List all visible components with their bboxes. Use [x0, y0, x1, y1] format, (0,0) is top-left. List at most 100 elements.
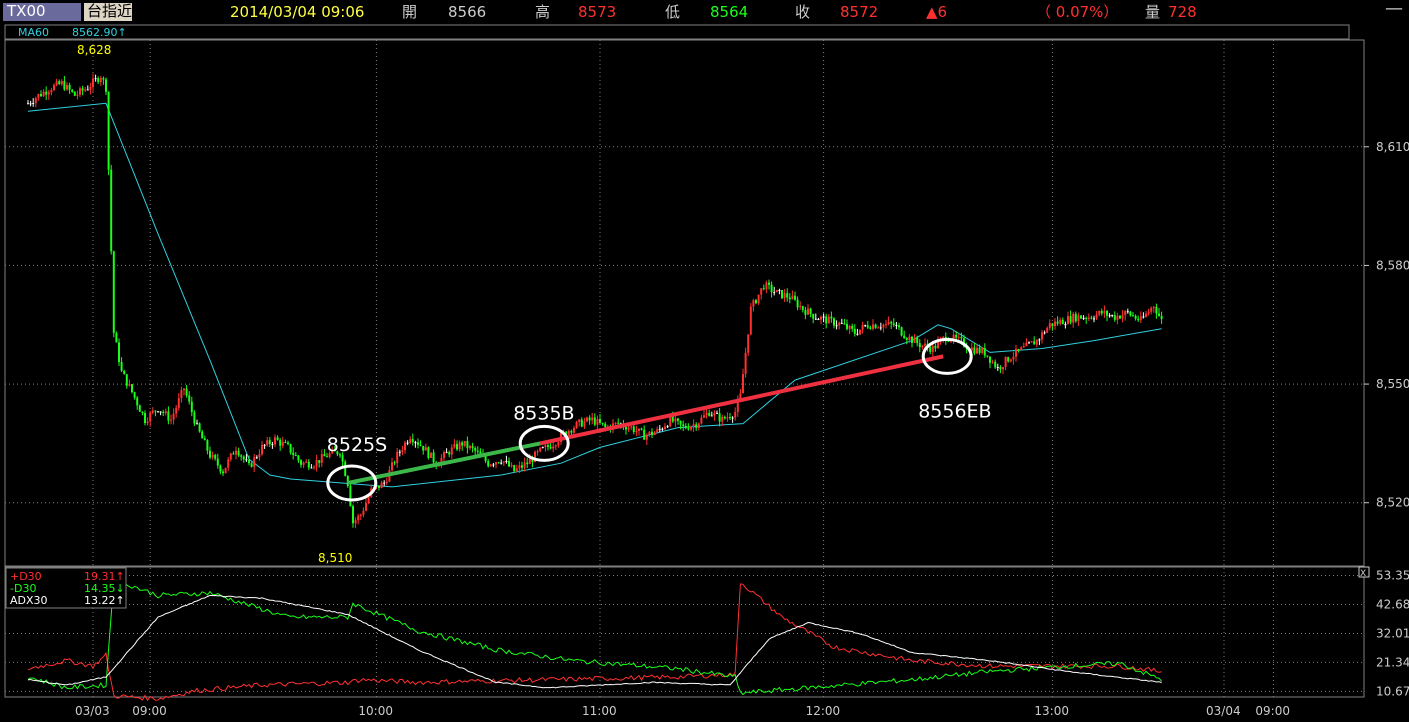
candle-body	[315, 460, 318, 467]
candle-body	[723, 416, 726, 419]
candle-body	[365, 503, 367, 511]
candle-body	[157, 411, 159, 413]
trade-marker-circle	[921, 337, 973, 375]
candle-body	[266, 440, 269, 446]
candle-body	[947, 340, 950, 342]
candle-body	[625, 427, 627, 430]
candle-body	[141, 411, 144, 414]
candle-body	[515, 468, 518, 472]
candle-body	[575, 421, 578, 429]
candle-body	[692, 424, 695, 427]
candle-body	[185, 388, 188, 396]
candle-body	[749, 306, 752, 335]
candle-body	[807, 308, 809, 315]
candle-body	[487, 461, 490, 467]
candle-body	[635, 431, 638, 433]
candle-body	[123, 370, 126, 375]
trade-label: 8535B	[513, 402, 574, 424]
x-tick-label: 03/03	[75, 704, 110, 718]
candle-body	[716, 412, 718, 414]
candle-body	[976, 347, 978, 354]
candle-body	[149, 412, 152, 422]
candle-body	[118, 342, 120, 363]
candle-body	[424, 447, 427, 451]
candle-body	[931, 345, 934, 352]
candle-body	[1145, 313, 1147, 317]
candle-body	[253, 457, 256, 467]
candle-body	[1119, 315, 1121, 319]
candle-body	[362, 510, 365, 515]
candle-body	[1098, 311, 1101, 315]
ma-info-bar	[4, 24, 1350, 40]
candle-body	[1015, 348, 1017, 357]
candle-body	[794, 295, 796, 300]
candle-body	[94, 78, 97, 80]
ind-y-tick-label: 10.67	[1376, 684, 1409, 698]
candle-body	[955, 334, 958, 338]
candle-body	[645, 434, 648, 440]
candle-body	[1087, 317, 1090, 319]
candle-body	[853, 328, 856, 334]
candle-body	[409, 439, 412, 443]
candle-body	[765, 282, 768, 290]
candle-body	[1093, 318, 1095, 320]
candle-body	[37, 93, 40, 99]
candle-body	[417, 442, 419, 445]
candle-body	[586, 417, 588, 422]
candle-body	[250, 463, 253, 467]
candle-body	[89, 87, 92, 90]
candle-body	[1074, 313, 1077, 322]
axis-labels: 03/03 09:00 10:00 11:00 12:00 13:00 03/04 09:00…	[75, 140, 1409, 718]
candle-body	[505, 461, 508, 463]
candle-body	[1041, 332, 1043, 340]
y-tick-label: 8,580	[1376, 258, 1409, 272]
candle-body	[240, 455, 243, 457]
candle-body	[887, 321, 890, 324]
candle-body	[778, 290, 781, 292]
candle-body	[92, 78, 94, 88]
candle-body	[183, 388, 185, 391]
ind-y-tick-label: 53.35	[1376, 569, 1409, 583]
candle-body	[703, 415, 705, 418]
candle-body	[352, 506, 354, 524]
candle-body	[224, 467, 227, 474]
candle-body	[263, 444, 266, 446]
candle-body	[318, 460, 321, 463]
candle-body	[170, 419, 172, 421]
candle-body	[697, 423, 700, 428]
candle-body	[144, 413, 146, 424]
candle-body	[973, 347, 976, 354]
candle-body	[799, 306, 802, 308]
candle-body	[843, 323, 846, 325]
candle-body	[840, 322, 843, 324]
candle-body	[541, 447, 544, 449]
candle-body	[627, 427, 630, 430]
candle-body	[827, 316, 830, 324]
close-icon[interactable]: X	[1360, 569, 1366, 579]
candle-body	[341, 455, 344, 462]
x-tick-label: 13:00	[1034, 704, 1069, 718]
candle-body	[1095, 314, 1098, 319]
candle-body	[578, 419, 581, 422]
candle-body	[68, 84, 71, 90]
candle-body	[1064, 324, 1067, 326]
candle-body	[981, 348, 984, 353]
candle-body	[354, 520, 357, 524]
candle-body	[1142, 316, 1145, 318]
candle-body	[1004, 357, 1007, 368]
candle-body	[1111, 315, 1114, 317]
y-tick-label: 8,550	[1376, 377, 1409, 391]
candle-body	[549, 446, 552, 449]
candle-body	[40, 93, 42, 97]
candle-body	[879, 327, 882, 329]
candle-body	[206, 440, 209, 451]
candle-body	[66, 84, 68, 90]
candle-body	[885, 323, 887, 325]
candle-body	[846, 323, 848, 329]
candle-body	[245, 459, 248, 461]
candle-body	[450, 447, 453, 455]
candle-body	[302, 462, 305, 465]
candle-body	[690, 426, 692, 430]
candle-body	[255, 457, 258, 459]
candle-body	[50, 90, 53, 93]
